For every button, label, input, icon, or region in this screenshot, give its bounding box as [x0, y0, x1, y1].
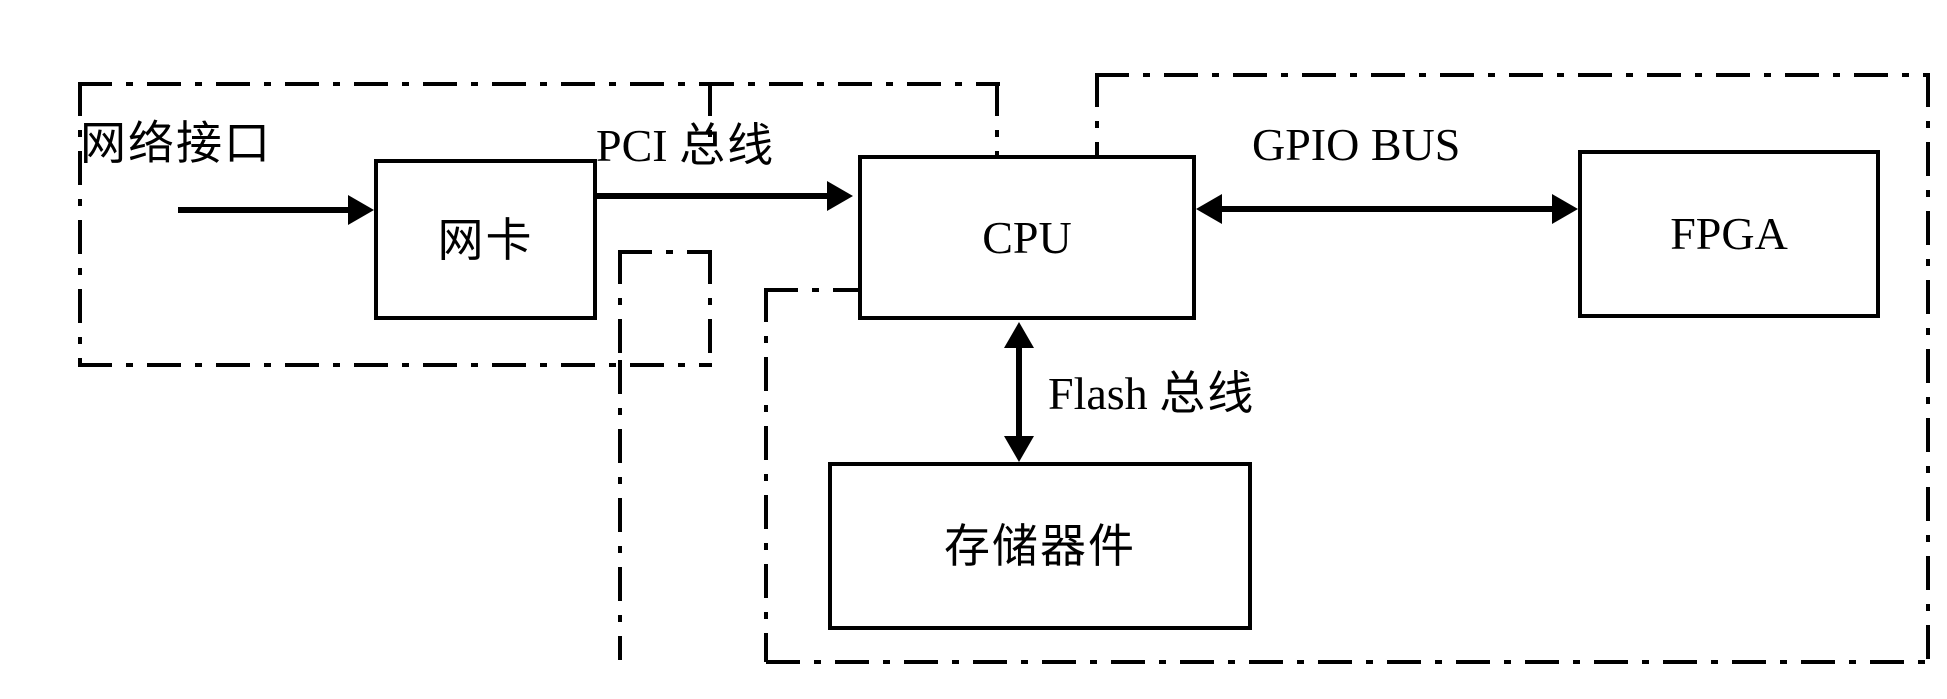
fpga-label: FPGA — [1670, 208, 1788, 259]
gpio-bus-arrow-head-left — [1196, 194, 1222, 224]
pci-bus-label-cjk: 总线 — [679, 118, 776, 172]
pci-bus-label: PCI 总线 — [596, 122, 775, 169]
network-card-label: 网卡 — [437, 212, 534, 267]
right-region-top-border — [1095, 73, 1930, 77]
flash-bus-arrow-line — [1016, 348, 1022, 436]
storage-device-block[interactable]: 存储器件 — [828, 462, 1252, 630]
flash-bus-arrow-head-down — [1004, 436, 1034, 462]
network-interface-label: 网络接口 — [80, 116, 272, 170]
flash-bus-label-cjk: 总线 — [1159, 366, 1256, 420]
gpio-bus-label: GPIO BUS — [1252, 119, 1461, 170]
left-region-top-border — [78, 82, 712, 86]
right-region-right-border — [1926, 73, 1930, 663]
left-region-bottom-border — [78, 363, 712, 367]
pci-bus-label-latin: PCI — [596, 120, 680, 171]
diagram-canvas: 网卡 CPU FPGA 存储器件 网络接口 PCI 总线 GPIO BUS Fl… — [0, 0, 1947, 699]
left-region-step-border — [618, 250, 712, 254]
left-region-right-border-lower — [708, 250, 712, 366]
network-interface-arrow-head — [348, 195, 374, 225]
flash-bus-arrow-head-up — [1004, 322, 1034, 348]
storage-device-label: 存储器件 — [944, 519, 1136, 573]
gpio-bus-arrow-line — [1222, 206, 1556, 212]
right-region-bottom-border — [766, 660, 1930, 664]
gpio-bus-arrow-head-right — [1552, 194, 1578, 224]
network-card-block[interactable]: 网卡 — [374, 159, 597, 320]
fpga-block[interactable]: FPGA — [1578, 150, 1880, 318]
middle-region-top-border — [700, 82, 1000, 86]
cpu-block[interactable]: CPU — [858, 155, 1196, 320]
pci-bus-arrow-line — [597, 193, 829, 199]
flash-bus-label: Flash 总线 — [1048, 370, 1255, 417]
left-region-jog-vertical-lower — [618, 360, 622, 660]
pci-bus-arrow-head — [827, 181, 853, 211]
network-interface-arrow-line — [178, 207, 350, 213]
left-region-jog-vertical — [618, 250, 622, 370]
right-region-left-border-lower — [764, 288, 768, 662]
cpu-label: CPU — [982, 211, 1072, 263]
flash-bus-label-latin: Flash — [1048, 368, 1160, 419]
